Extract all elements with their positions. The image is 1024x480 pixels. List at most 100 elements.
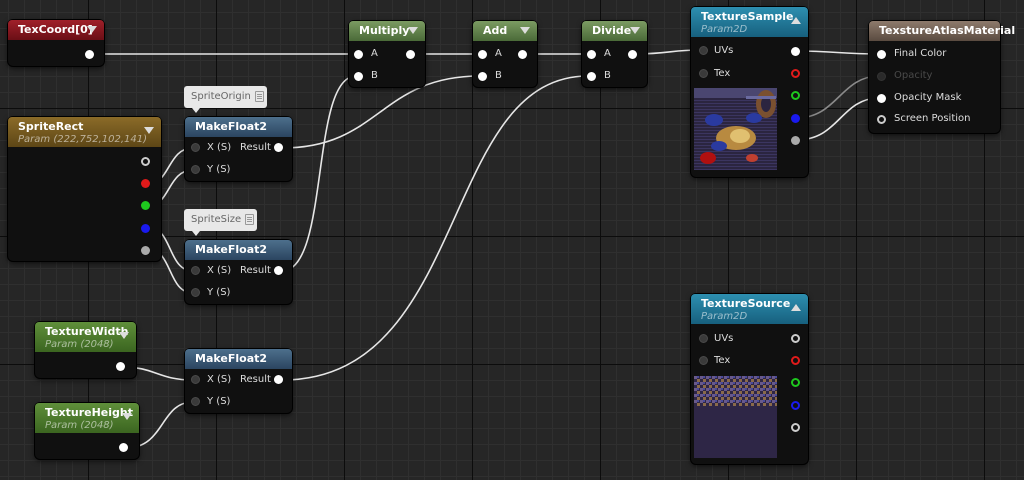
comment-icon[interactable] [245, 214, 255, 225]
output-pin-a[interactable] [791, 136, 800, 145]
input-pin-a[interactable] [587, 50, 596, 59]
input-pin-b[interactable] [478, 72, 487, 81]
output-pin-r[interactable] [791, 356, 800, 365]
chevron-up-icon[interactable] [791, 304, 801, 311]
divide-node[interactable]: Divide A B [582, 21, 647, 87]
chevron-down-icon[interactable] [408, 27, 418, 34]
comment-icon[interactable] [254, 91, 264, 102]
add-header[interactable]: Add [473, 21, 537, 41]
input-pin-x[interactable] [191, 375, 200, 384]
input-pin-tex[interactable] [699, 69, 708, 78]
input-label-y: Y (S) [207, 164, 231, 175]
makefloat2-texsize-node[interactable]: MakeFloat2 X (S) Result Y (S) [185, 349, 292, 413]
input-label-b: B [604, 70, 611, 81]
input-pin-b[interactable] [354, 72, 363, 81]
textureheight-header[interactable]: TextureHeight Param (2048) [35, 403, 139, 433]
output-pin-result[interactable] [274, 143, 283, 152]
spriterect-node[interactable]: SpriteRect Param (222,752,102,141) [8, 117, 161, 261]
add-node[interactable]: Add A B [473, 21, 537, 87]
output-pin-rgb[interactable] [791, 334, 800, 343]
output-pin-b[interactable] [141, 224, 150, 233]
texturesample-header[interactable]: TextureSample Param2D [691, 7, 808, 37]
output-pin[interactable] [406, 50, 415, 59]
chevron-down-icon[interactable] [144, 127, 154, 134]
output-pin-g[interactable] [791, 91, 800, 100]
input-pin-x[interactable] [191, 143, 200, 152]
output-pin-rgba[interactable] [141, 157, 150, 166]
multiply-node[interactable]: Multiply A B [349, 21, 425, 87]
texturesample-node[interactable]: TextureSample Param2D UVs Tex [691, 7, 808, 177]
output-pin-r[interactable] [791, 69, 800, 78]
output-pin-r[interactable] [141, 179, 150, 188]
chevron-down-icon[interactable] [119, 332, 129, 339]
chevron-down-icon[interactable] [87, 26, 97, 33]
input-pin-final-color[interactable] [877, 50, 886, 59]
material-graph-canvas[interactable]: TexCoord[0] SpriteRect Param (222,752,10… [0, 0, 1024, 480]
spriterect-header[interactable]: SpriteRect Param (222,752,102,141) [8, 117, 161, 147]
texturesource-header[interactable]: TextureSource Param2D [691, 294, 808, 324]
node-subtitle: Param (222,752,102,141) [18, 134, 148, 145]
texturewidth-node[interactable]: TextureWidth Param (2048) [35, 322, 136, 378]
comment-bubble[interactable]: SpriteOrigin [184, 86, 267, 113]
output-pin-g[interactable] [141, 201, 150, 210]
texture-atlas-preview-image [694, 376, 777, 458]
node-subtitle: Param2D [701, 24, 748, 35]
output-pin-b[interactable] [791, 401, 800, 410]
input-pin-tex[interactable] [699, 356, 708, 365]
output-pin[interactable] [116, 362, 125, 371]
chevron-down-icon[interactable] [122, 413, 132, 420]
bubble-tail [192, 231, 200, 236]
texturesource-node[interactable]: TextureSource Param2D UVs Tex [691, 294, 808, 464]
output-pin-result[interactable] [274, 266, 283, 275]
output-pin[interactable] [628, 50, 637, 59]
input-label-y: Y (S) [207, 396, 231, 407]
comment-bubble[interactable]: SpriteSize [184, 209, 258, 236]
makefloat2-header[interactable]: MakeFloat2 [185, 117, 292, 137]
makefloat2-header[interactable]: MakeFloat2 [185, 349, 292, 369]
input-pin-screen-position[interactable] [877, 115, 886, 124]
makefloat2-header[interactable]: MakeFloat2 [185, 240, 292, 260]
input-label-opacity-mask: Opacity Mask [894, 92, 962, 103]
output-pin[interactable] [85, 50, 94, 59]
input-pin-opacity-mask[interactable] [877, 94, 886, 103]
makefloat2-origin-node[interactable]: MakeFloat2 X (S) Result Y (S) [185, 117, 292, 181]
input-pin-x[interactable] [191, 266, 200, 275]
texturewidth-header[interactable]: TextureWidth Param (2048) [35, 322, 136, 352]
input-pin-b[interactable] [587, 72, 596, 81]
input-label-a: A [495, 48, 502, 59]
makefloat2-size-node[interactable]: MakeFloat2 X (S) Result Y (S) [185, 240, 292, 304]
wire-texsize-to-divide-b [281, 75, 589, 381]
textureheight-node[interactable]: TextureHeight Param (2048) [35, 403, 139, 459]
output-pin-a[interactable] [791, 423, 800, 432]
texcoord-node[interactable]: TexCoord[0] [8, 20, 104, 66]
input-pin-y[interactable] [191, 288, 200, 297]
node-subtitle: Param (2048) [45, 420, 114, 431]
output-pin[interactable] [518, 50, 527, 59]
input-pin-opacity[interactable] [877, 72, 886, 81]
node-title: MakeFloat2 [195, 120, 268, 133]
multiply-header[interactable]: Multiply [349, 21, 425, 41]
output-pin-rgb[interactable] [791, 47, 800, 56]
output-pin-b[interactable] [791, 114, 800, 123]
input-pin-uvs[interactable] [699, 334, 708, 343]
texture-preview-image [694, 88, 777, 170]
material-header[interactable]: TexstureAtlasMaterial [869, 21, 1015, 41]
input-pin-y[interactable] [191, 165, 200, 174]
material-output-node[interactable]: TexstureAtlasMaterial Final Color Opacit… [869, 21, 1015, 133]
input-label-screen-position: Screen Position [894, 113, 971, 124]
output-pin[interactable] [119, 443, 128, 452]
divide-header[interactable]: Divide [582, 21, 647, 41]
node-title: SpriteRect [18, 120, 84, 133]
node-subtitle: Param2D [701, 311, 748, 322]
output-pin-result[interactable] [274, 375, 283, 384]
input-pin-a[interactable] [478, 50, 487, 59]
output-pin-g[interactable] [791, 378, 800, 387]
input-pin-y[interactable] [191, 397, 200, 406]
chevron-down-icon[interactable] [520, 27, 530, 34]
chevron-down-icon[interactable] [630, 27, 640, 34]
input-pin-uvs[interactable] [699, 46, 708, 55]
texcoord-header[interactable]: TexCoord[0] [8, 20, 104, 40]
chevron-up-icon[interactable] [791, 17, 801, 24]
input-pin-a[interactable] [354, 50, 363, 59]
output-pin-a[interactable] [141, 246, 150, 255]
